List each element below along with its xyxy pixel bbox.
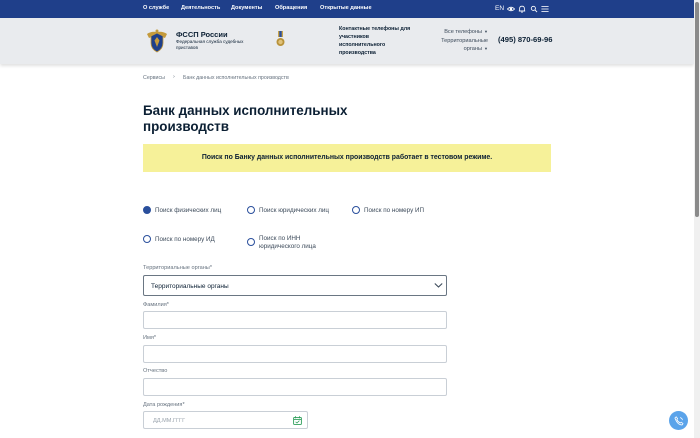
radio-label: Поиск юридических лиц: [259, 206, 330, 214]
menu-icon[interactable]: [541, 5, 549, 13]
radio-dot[interactable]: [143, 206, 151, 214]
patronymic-label: Отчество: [143, 368, 168, 374]
chevron-down-icon: ▼: [484, 29, 488, 34]
radio-dot[interactable]: [352, 206, 360, 214]
nav-item-about[interactable]: О службе: [143, 5, 169, 11]
radio-label: Поиск по ИНН юридического лица: [259, 235, 316, 250]
org-subtitle: Федеральная служба судебных приставов: [176, 39, 244, 50]
phone-icon: [674, 415, 683, 425]
fssp-emblem-icon[interactable]: [144, 28, 170, 54]
radio-dot[interactable]: [143, 235, 151, 243]
all-phones-link[interactable]: Все телефоны ▼: [430, 29, 488, 35]
nav-item-appeals[interactable]: Обращения: [275, 5, 307, 11]
breadcrumb-services[interactable]: Сервисы: [143, 75, 165, 81]
radio-label: Поиск по номеру ИП: [364, 206, 425, 214]
chevron-down-icon: [434, 283, 443, 288]
nav-item-activity[interactable]: Деятельность: [181, 5, 220, 11]
hotline-phone[interactable]: (495) 870-69-96: [498, 35, 552, 44]
contacts-title[interactable]: Контактные телефоны для участников испол…: [339, 25, 413, 57]
nav-item-open-data[interactable]: Открытые данные: [320, 5, 372, 11]
breadcrumb-current: Банк данных исполнительных производств: [183, 75, 289, 81]
radio-label: Поиск по номеру ИД: [155, 235, 215, 243]
eye-icon[interactable]: [507, 5, 515, 13]
territorial-link[interactable]: Территориальные органы ▼: [430, 38, 488, 53]
scrollbar-thumb[interactable]: [695, 2, 699, 217]
medal-icon: [276, 31, 285, 46]
nav-item-documents[interactable]: Документы: [231, 5, 262, 11]
radio-dot[interactable]: [247, 238, 255, 246]
calendar-icon[interactable]: [293, 416, 302, 425]
firstname-label: Имя*: [143, 335, 157, 341]
territorial-select[interactable]: Территориальные органы: [143, 275, 447, 296]
breadcrumb-separator: ›: [173, 74, 175, 80]
patronymic-input[interactable]: [143, 378, 447, 396]
search-icon[interactable]: [530, 5, 538, 13]
territorial-select-value: Территориальные органы: [151, 282, 229, 290]
birthdate-input[interactable]: ДД.ММ.ГГГГ: [143, 411, 308, 429]
call-button[interactable]: [669, 411, 688, 430]
org-name[interactable]: ФССП России: [176, 30, 228, 39]
radio-dot[interactable]: [247, 206, 255, 214]
language-switch[interactable]: EN: [495, 5, 504, 12]
radio-label: Поиск физических лиц: [155, 206, 222, 214]
firstname-input[interactable]: [143, 345, 447, 363]
notice-text: Поиск по Банку данных исполнительных про…: [201, 153, 493, 161]
territorial-label: Территориальные органы*: [143, 265, 213, 271]
bell-icon[interactable]: [518, 5, 526, 13]
page-title: Банк данных исполнительных производств: [143, 103, 348, 134]
birthdate-label: Дата рождения*: [143, 402, 185, 408]
top-navigation: О службе Деятельность Документы Обращени…: [0, 0, 694, 18]
chevron-down-icon: ▼: [484, 46, 488, 51]
test-mode-notice: Поиск по Банку данных исполнительных про…: [143, 144, 551, 172]
lastname-label: Фамилия*: [143, 302, 169, 308]
lastname-input[interactable]: [143, 311, 447, 329]
birthdate-placeholder: ДД.ММ.ГГГГ: [153, 417, 186, 424]
